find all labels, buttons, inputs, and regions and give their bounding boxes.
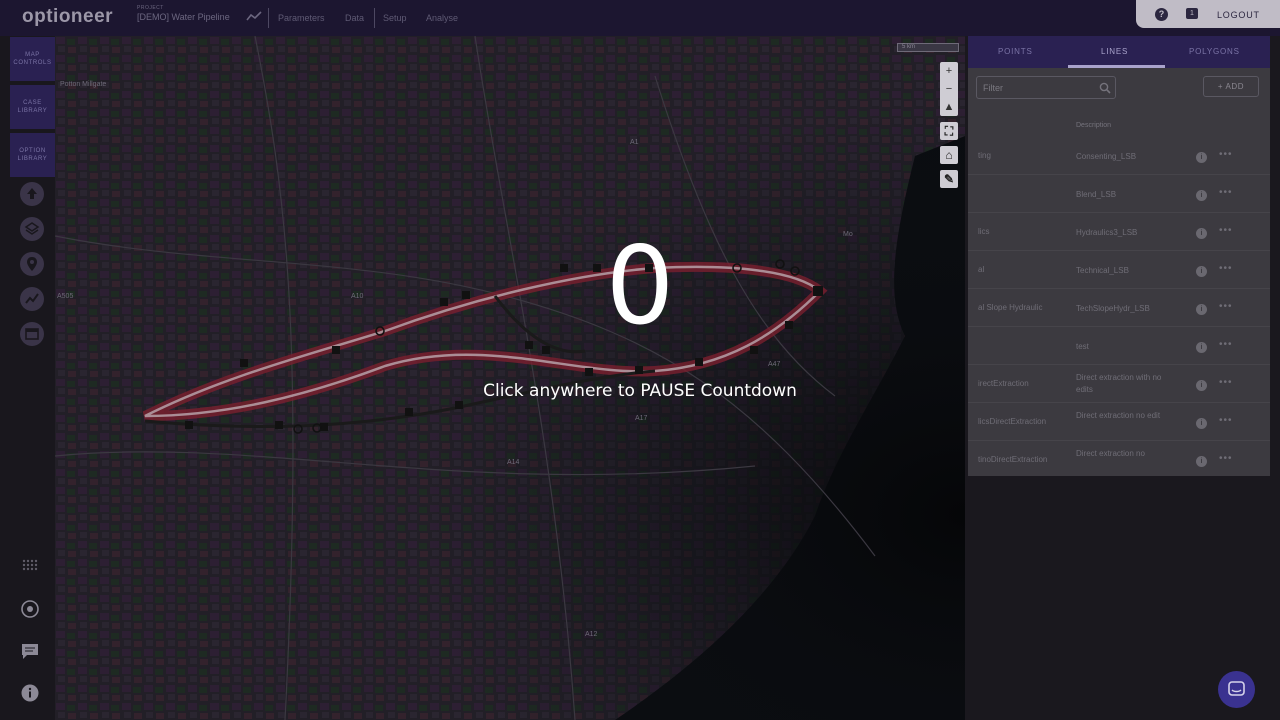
countdown-overlay[interactable]: 0 Click anywhere to PAUSE Countdown [0, 0, 1280, 720]
app-window: optioneer PROJECT [DEMO] Water Pipeline … [0, 0, 1280, 720]
countdown-message: Click anywhere to PAUSE Countdown [483, 381, 797, 401]
countdown-number: 0 [605, 224, 675, 349]
